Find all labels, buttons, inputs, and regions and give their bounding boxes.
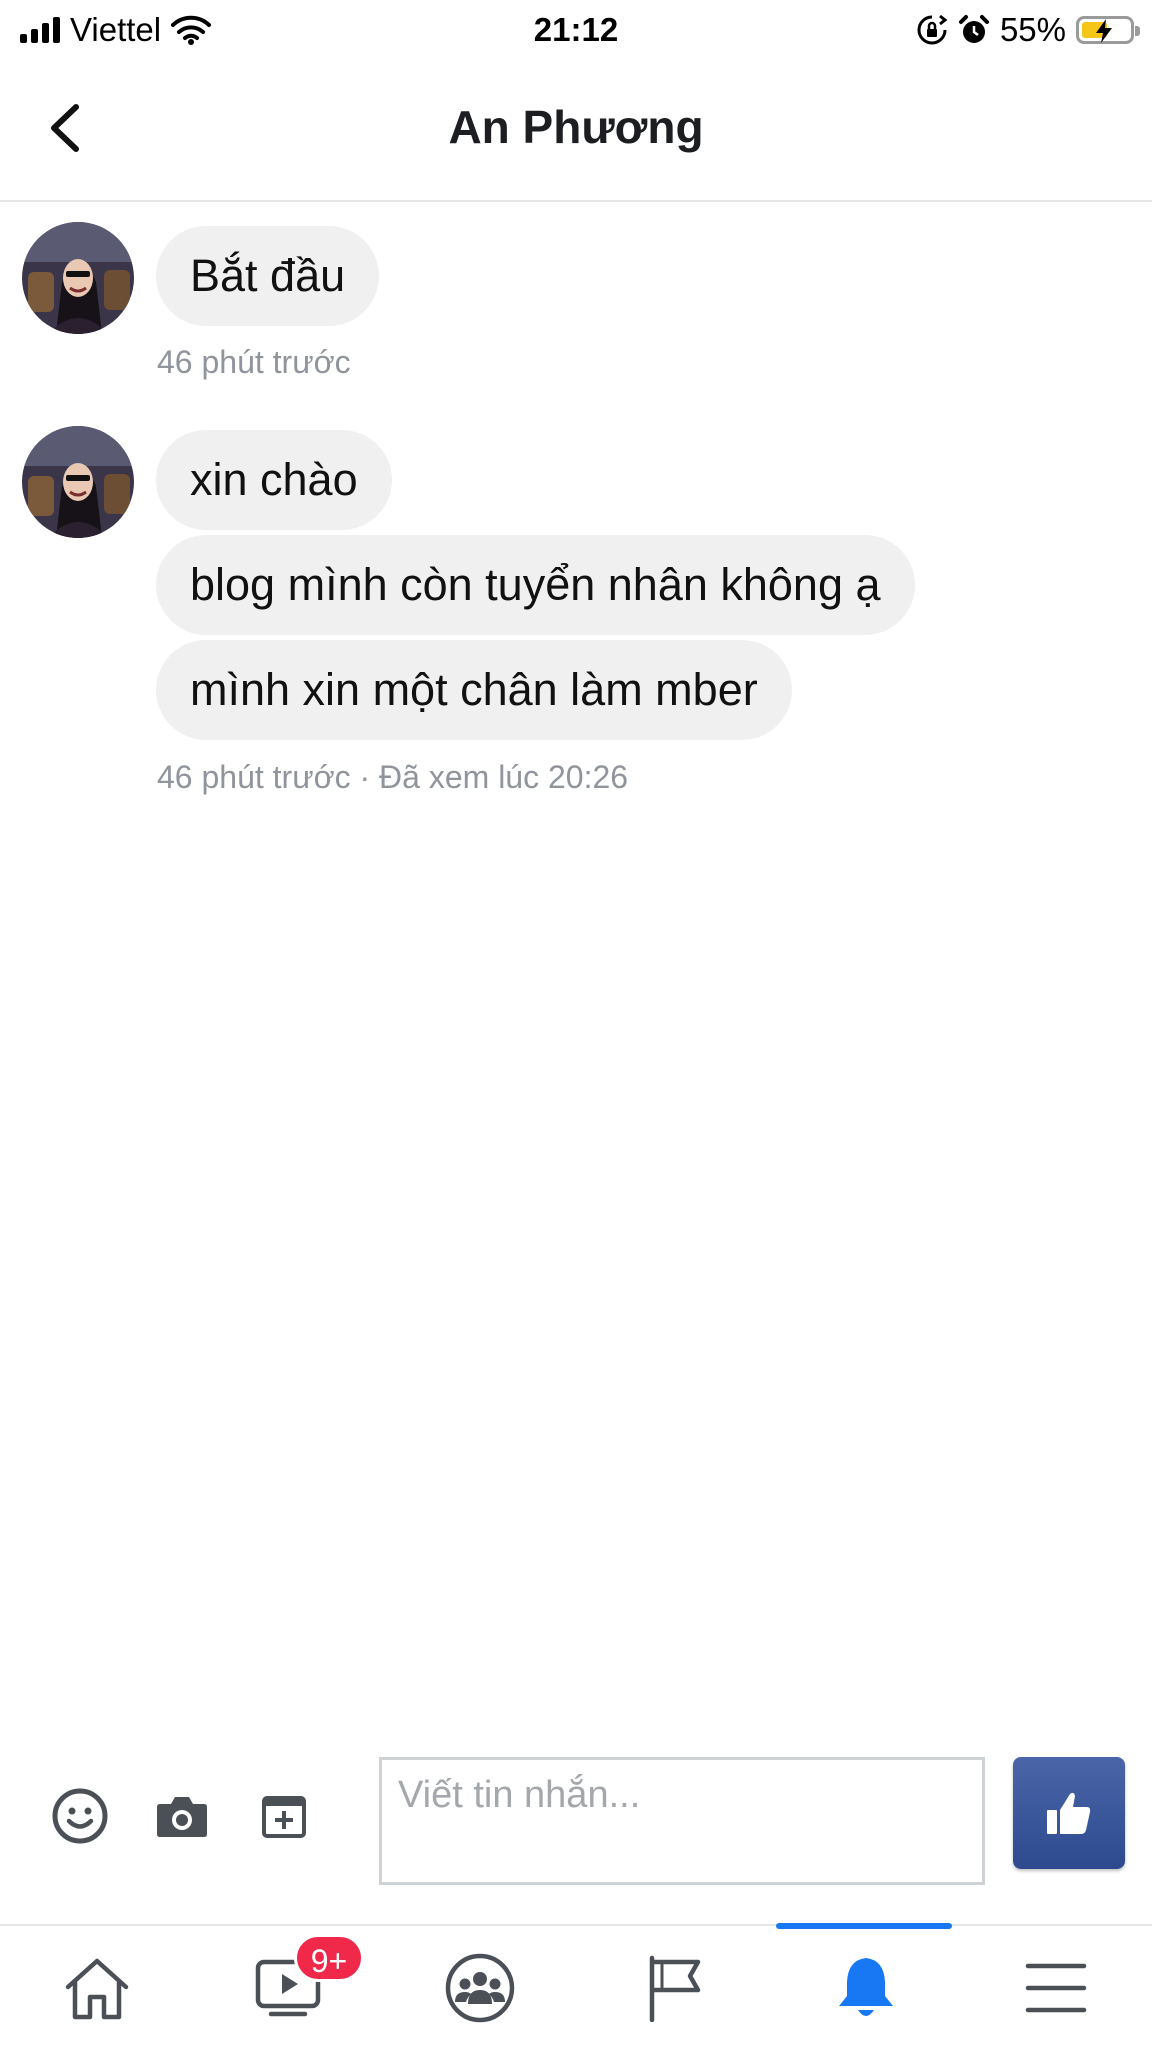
message-input[interactable] — [379, 1757, 985, 1885]
battery-percent: 55% — [999, 11, 1066, 48]
camera-icon — [157, 1797, 207, 1837]
pages-icon — [649, 1955, 701, 2022]
status-bar: Viettel 21:12 55% — [0, 0, 1152, 60]
notifications-icon — [839, 1958, 893, 2016]
watch-notification-badge: 9+ — [294, 1934, 364, 1982]
rotation-lock-icon — [917, 14, 948, 45]
message-bubble[interactable]: xin chào — [156, 430, 392, 530]
avatar[interactable] — [22, 222, 134, 334]
message-bubble[interactable]: mình xin một chân làm mber — [156, 640, 792, 740]
camera-button[interactable] — [152, 1786, 212, 1846]
groups-icon — [445, 1953, 515, 2023]
contact-name[interactable]: An Phương — [0, 100, 1152, 154]
sticker-button[interactable] — [254, 1786, 314, 1846]
status-bar-right: 55% — [916, 8, 1140, 52]
sticker-icon — [262, 1796, 306, 1838]
message-seen-status: 46 phút trước · Đã xem lúc 20:26 — [157, 759, 629, 795]
battery-charging-icon — [1076, 16, 1140, 44]
tab-notifications[interactable] — [806, 1926, 926, 2050]
tab-groups[interactable] — [420, 1926, 540, 2050]
avatar[interactable] — [22, 426, 134, 538]
home-icon — [65, 1958, 129, 2020]
thumbs-up-icon — [1047, 1792, 1091, 1834]
bottom-nav — [0, 1923, 1152, 2050]
emoji-icon — [52, 1788, 108, 1844]
message-bubble[interactable]: Bắt đầu — [156, 226, 380, 326]
tab-home[interactable] — [37, 1926, 157, 2050]
emoji-button[interactable] — [50, 1786, 110, 1846]
message-timestamp: 46 phút trước — [157, 344, 351, 380]
like-button[interactable] — [1013, 1757, 1125, 1869]
message-bubble[interactable]: blog mình còn tuyển nhân không ạ — [156, 535, 915, 635]
alarm-icon — [958, 15, 989, 43]
tab-menu[interactable] — [996, 1926, 1116, 2050]
conversation-header: An Phương — [0, 60, 1152, 202]
tab-pages[interactable] — [614, 1926, 734, 2050]
menu-icon — [1025, 1963, 1087, 2013]
